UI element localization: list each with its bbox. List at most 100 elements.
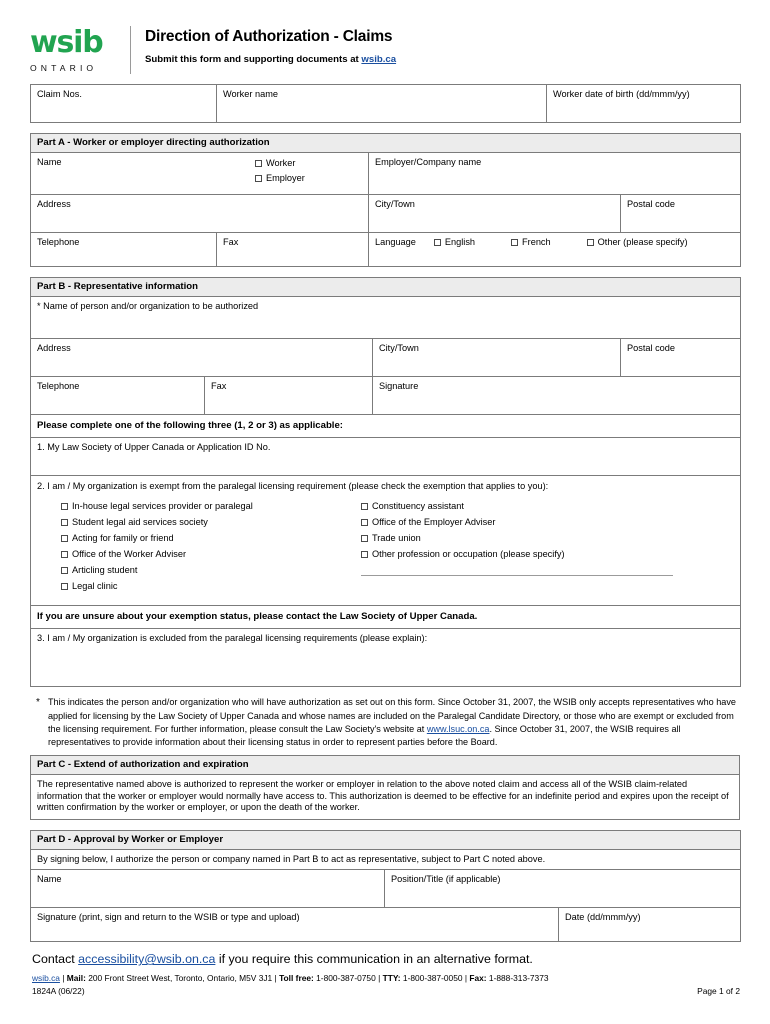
excluded-explain-cell[interactable]: 3. I am / My organization is excluded fr… <box>30 628 741 688</box>
employer-company-name-label: Employer/Company name <box>375 156 482 167</box>
other-profession-specify-line[interactable] <box>361 574 673 576</box>
exempt-item-trade-union[interactable]: Trade union <box>361 533 691 545</box>
family-friend-checkbox[interactable] <box>61 535 68 543</box>
exemption-left-column: In-house legal services provider or para… <box>61 501 361 597</box>
part-c-heading: Part C - Extend of authorization and exp… <box>30 755 740 776</box>
table-row: Signature (print, sign and return to the… <box>30 907 742 943</box>
part-a-fax-cell[interactable]: Fax <box>216 231 369 267</box>
claim-nos-label: Claim Nos. <box>37 89 82 99</box>
part-a-telephone-cell[interactable]: Telephone <box>30 231 217 267</box>
employer-checkbox[interactable] <box>255 175 262 183</box>
tollfree-value: 1-800-387-0750 <box>316 973 376 984</box>
unsure-bar-row: If you are unsure about your exemption s… <box>30 605 741 630</box>
part-d-signature-cell[interactable]: Signature (print, sign and return to the… <box>30 907 559 943</box>
employer-checkbox-row[interactable]: Employer <box>255 173 363 185</box>
exempt-label: Student legal aid services society <box>72 517 208 528</box>
part-d-table: Part D - Approval by Worker or Employer … <box>29 829 742 943</box>
part-b-signature-cell[interactable]: Signature <box>372 375 741 415</box>
exempt-item-legal-clinic[interactable]: Legal clinic <box>61 581 361 593</box>
part-d-name-cell[interactable]: Name <box>30 869 385 909</box>
exempt-item-employer-adviser[interactable]: Office of the Employer Adviser <box>361 517 691 529</box>
lsuc-link[interactable]: www.lsuc.on.ca <box>427 724 490 734</box>
part-a-fax-label: Fax <box>223 236 239 247</box>
accessibility-email-link[interactable]: accessibility@wsib.on.ca <box>78 952 215 966</box>
table-row: By signing below, I authorize the person… <box>29 848 742 871</box>
exempt-label: Office of the Worker Adviser <box>72 549 187 560</box>
part-b-address-cell[interactable]: Address <box>30 337 373 377</box>
part-a-postal-cell[interactable]: Postal code <box>619 193 742 233</box>
constituency-assistant-checkbox[interactable] <box>361 503 368 511</box>
part-d-date-label: Date (dd/mmm/yy) <box>565 912 641 923</box>
part-c-table: Part C - Extend of authorization and exp… <box>30 755 740 820</box>
part-a-bar-row: Part A - Worker or employer directing au… <box>29 133 742 153</box>
exempt-item-family-friend[interactable]: Acting for family or friend <box>61 533 361 545</box>
part-b-table: Part B - Representative information * Na… <box>30 276 741 688</box>
part-b-signature-label: Signature <box>379 380 419 391</box>
title-block: Direction of Authorization - Claims Subm… <box>145 26 396 65</box>
worker-checkbox[interactable] <box>255 159 262 167</box>
worker-name-cell[interactable]: Worker name <box>216 84 547 123</box>
worker-name-label: Worker name <box>223 89 278 99</box>
part-a-language-cell[interactable]: Language English French Other (please speci… <box>367 231 742 267</box>
table-row: Address City/Town Postal code <box>30 337 741 377</box>
part-a-name-cell[interactable]: Name Worker Employer <box>30 151 369 195</box>
wsib-ca-link[interactable]: wsib.ca <box>361 54 396 65</box>
student-legal-aid-checkbox[interactable] <box>61 519 68 527</box>
exempt-item-articling-student[interactable]: Articling student <box>61 565 361 577</box>
inhouse-checkbox[interactable] <box>61 503 68 511</box>
legal-clinic-checkbox[interactable] <box>61 583 68 591</box>
part-b-city-cell[interactable]: City/Town <box>372 337 621 377</box>
part-a-name-label: Name <box>37 156 62 167</box>
part-b-telephone-cell[interactable]: Telephone <box>30 375 205 415</box>
exempt-item-student-legal-aid[interactable]: Student legal aid services society <box>61 517 361 529</box>
table-row: Name Worker Employer Employer/Company na… <box>30 151 742 195</box>
authorization-footnote: * This indicates the person and/or organ… <box>30 687 740 751</box>
mail-label: Mail: <box>66 973 86 984</box>
worker-checkbox-row[interactable]: Worker <box>255 158 363 170</box>
part-d-date-cell[interactable]: Date (dd/mmm/yy) <box>557 907 742 943</box>
part-b-fax-label: Fax <box>211 380 227 391</box>
employer-adviser-checkbox[interactable] <box>361 519 368 527</box>
exempt-label: Trade union <box>372 533 421 544</box>
part-d-position-cell[interactable]: Position/Title (if applicable) <box>383 869 742 909</box>
employer-company-name-cell[interactable]: Employer/Company name <box>367 151 742 195</box>
trade-union-checkbox[interactable] <box>361 535 368 543</box>
claim-nos-cell[interactable]: Claim Nos. <box>30 84 217 123</box>
worker-adviser-checkbox[interactable] <box>61 551 68 559</box>
exemption-checkbox-group: In-house legal services provider or para… <box>31 494 740 605</box>
wsib-logo: wsib ONTARIO <box>30 26 122 74</box>
footer-meta-row: 1824A (06/22) Page 1 of 2 <box>30 985 740 996</box>
articling-student-checkbox[interactable] <box>61 567 68 575</box>
part-a-address-cell[interactable]: Address <box>30 193 369 233</box>
authorized-person-cell[interactable]: * Name of person and/or organization to … <box>30 295 741 339</box>
other-language-checkbox[interactable] <box>586 238 594 246</box>
employer-checkbox-label: Employer <box>266 173 305 184</box>
law-society-id-label: 1. My Law Society of Upper Canada or App… <box>37 441 271 452</box>
english-label: English <box>444 236 476 247</box>
french-checkbox[interactable] <box>511 238 519 246</box>
exempt-item-constituency-assistant[interactable]: Constituency assistant <box>361 501 691 513</box>
exempt-item-inhouse[interactable]: In-house legal services provider or para… <box>61 501 361 513</box>
part-b-postal-cell[interactable]: Postal code <box>620 337 741 377</box>
part-d-position-label: Position/Title (if applicable) <box>391 874 501 885</box>
exemption-instruction: 2. I am / My organization is exempt from… <box>37 480 549 491</box>
table-row: 2. I am / My organization is exempt from… <box>30 474 741 607</box>
exempt-item-worker-adviser[interactable]: Office of the Worker Adviser <box>61 549 361 561</box>
exempt-label: Constituency assistant <box>372 501 464 512</box>
part-b-telephone-label: Telephone <box>37 380 80 391</box>
page-number: Page 1 of 2 <box>697 985 740 996</box>
table-row: Claim Nos. Worker name Worker date of bi… <box>30 84 741 123</box>
exempt-item-other-profession[interactable]: Other profession or occupation (please s… <box>361 549 691 561</box>
worker-dob-cell[interactable]: Worker date of birth (dd/mmm/yy) <box>546 84 741 123</box>
part-a-city-cell[interactable]: City/Town <box>368 193 621 233</box>
footer-wsib-link[interactable]: wsib.ca <box>32 973 60 983</box>
english-checkbox[interactable] <box>433 238 441 246</box>
other-profession-checkbox[interactable] <box>361 551 368 559</box>
part-a-postal-label: Postal code <box>627 198 676 209</box>
language-label: Language <box>375 236 416 247</box>
part-d-bar-row: Part D - Approval by Worker or Employer <box>29 829 742 850</box>
part-a-address-label: Address <box>37 198 71 209</box>
part-b-fax-cell[interactable]: Fax <box>204 375 373 415</box>
law-society-id-cell[interactable]: 1. My Law Society of Upper Canada or App… <box>30 436 741 476</box>
